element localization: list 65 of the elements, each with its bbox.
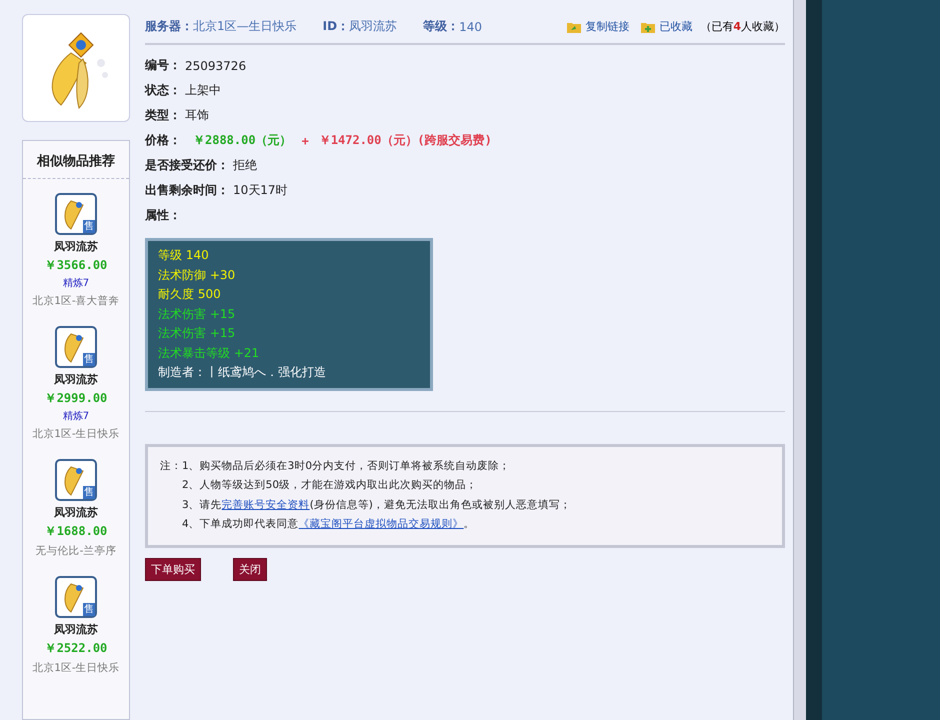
item-thumbnail[interactable]: 售 — [54, 326, 97, 368]
field-label: 是否接受还价： — [145, 157, 229, 174]
attribute-line: 等级 140 — [158, 247, 210, 264]
field-label: 类型： — [145, 107, 181, 124]
close-button[interactable]: 关闭 — [233, 558, 267, 580]
buy-button[interactable]: 下单购买 — [145, 558, 201, 580]
item-price: ￥3566.00 — [44, 257, 108, 274]
server-name: 北京1区-生日快乐 — [32, 661, 120, 675]
note-text: 4、下单成功即代表同意《藏宝阁平台虚拟物品交易规则》。 — [182, 517, 475, 532]
attribute-line: 法术伤害 +15 — [158, 325, 236, 342]
folder-add-icon — [641, 20, 656, 32]
note-prefix: 注： — [160, 458, 182, 474]
id-value: 凤羽流苏 — [349, 18, 398, 35]
item-name[interactable]: 凤羽流苏 — [54, 622, 98, 637]
field-label: 属性： — [145, 207, 181, 224]
attribute-line: 法术暴击等级 +21 — [158, 344, 260, 362]
field-label: 出售剩余时间： — [145, 182, 229, 199]
refine-level: 精炼7 — [62, 276, 90, 290]
fee-value: ￥1472.00（元）(跨服交易费) — [318, 132, 492, 149]
item-price: ￥2522.00 — [44, 640, 108, 657]
sale-badge: 售 — [82, 603, 95, 616]
sidebar-title: 相似物品推荐 — [23, 141, 129, 179]
item-price: ￥1688.00 — [44, 523, 108, 540]
attribute-line: 制造者：丨纸鸢鸠へ．强化打造 — [158, 364, 327, 381]
id-label: ID： — [322, 18, 350, 35]
item-thumbnail[interactable]: 售 — [54, 193, 97, 235]
field-value: 上架中 — [185, 82, 221, 99]
server-value: 北京1区—生日快乐 — [193, 18, 297, 35]
item-price: ￥2999.00 — [44, 390, 108, 407]
server-name: 北京1区-喜大普奔 — [32, 294, 120, 308]
copy-link[interactable]: 复制链接 — [585, 19, 630, 34]
item-name[interactable]: 凤羽流苏 — [54, 505, 98, 520]
favorite-count: （已有4人收藏） — [700, 19, 785, 34]
level-value: 140 — [459, 20, 482, 34]
note-link[interactable]: 《藏宝阁平台虚拟物品交易规则》 — [298, 518, 464, 530]
item-name[interactable]: 凤羽流苏 — [54, 239, 98, 254]
sale-badge: 售 — [82, 486, 95, 499]
favorite-link[interactable]: 已收藏 — [659, 19, 692, 34]
field-label: 编号： — [145, 57, 181, 74]
attribute-line: 耐久度 500 — [158, 286, 222, 303]
note-text: 3、请先完善账号安全资料(身份信息等)，避免无法取出角色或被别人恶意填写； — [182, 498, 571, 512]
item-name[interactable]: 凤羽流苏 — [54, 372, 98, 387]
server-name: 北京1区-生日快乐 — [32, 427, 120, 441]
note-link[interactable]: 完善账号安全资料 — [222, 498, 310, 510]
folder-icon — [567, 20, 582, 32]
sale-badge: 售 — [82, 220, 95, 233]
server-label: 服务器： — [145, 18, 193, 35]
field-value: 10天17时 — [233, 182, 288, 199]
refine-level: 精炼7 — [62, 410, 90, 423]
item-thumbnail[interactable]: 售 — [54, 459, 97, 501]
field-value: 耳饰 — [185, 107, 209, 124]
item-thumbnail[interactable]: 售 — [54, 576, 97, 618]
note-text: 1、购买物品后必须在3时0分内支付，否则订单将被系统自动废除； — [182, 458, 510, 474]
note-text: 2、人物等级达到50级，才能在游戏内取出此次购买的物品； — [182, 478, 478, 493]
sale-badge: 售 — [82, 353, 95, 366]
attribute-line: 法术伤害 +15 — [158, 306, 236, 322]
field-label: 价格： — [145, 132, 181, 149]
level-label: 等级： — [423, 18, 460, 35]
field-value: 拒绝 — [233, 157, 257, 174]
plus-sign: + — [302, 134, 309, 148]
attribute-line: 法术防御 +30 — [158, 266, 236, 284]
server-name: 无与伦比-兰亭序 — [36, 544, 116, 558]
price-value: ￥2888.00（元） — [193, 132, 292, 149]
field-value: 25093726 — [185, 58, 246, 72]
field-label: 状态： — [145, 82, 181, 99]
